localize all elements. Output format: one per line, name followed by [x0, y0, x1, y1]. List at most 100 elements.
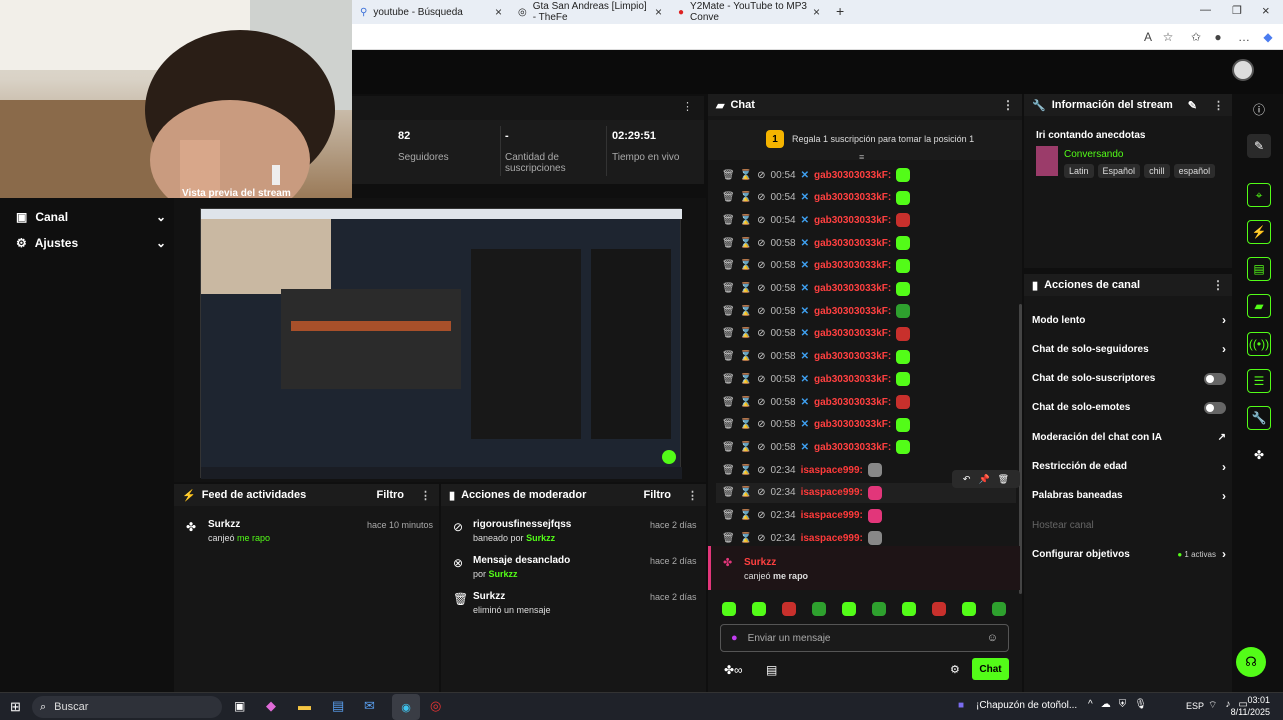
ban-icon[interactable]: ⊘ — [757, 374, 765, 385]
stream-category[interactable]: Conversando — [1064, 149, 1123, 160]
timeout-icon[interactable]: ⌛ — [740, 328, 752, 339]
trash-icon[interactable]: 🗑 — [722, 465, 735, 476]
timeout-icon[interactable]: ⌛ — [740, 192, 752, 203]
avatar[interactable] — [1232, 59, 1254, 81]
clock-date[interactable]: 8/11/2025 — [1206, 707, 1270, 717]
emote-button[interactable] — [782, 602, 796, 616]
new-tab-icon[interactable]: + — [836, 3, 844, 19]
emote-button[interactable] — [752, 602, 766, 616]
bolt-icon[interactable]: ⚡ — [1247, 220, 1271, 244]
toggle-switch[interactable] — [1204, 401, 1226, 414]
pinned-goal[interactable]: 1 Regala 1 suscripción para tomar la pos… — [708, 120, 1022, 162]
trash-icon[interactable]: 🗑 — [722, 238, 735, 249]
emote-button[interactable] — [902, 602, 916, 616]
browser-tab[interactable]: ● Y2Mate - YouTube to MP3 Conve × — [670, 0, 828, 24]
favorite-star-icon[interactable]: ☆ — [1160, 29, 1176, 45]
support-icon[interactable]: ☊ — [1236, 647, 1266, 677]
chat-message[interactable]: 🗑 ⌛ ⊘ 00:54 ✕ gab30303033kF: — [722, 188, 911, 208]
chat-message[interactable]: 🗑 ⌛ ⊘ 00:58 ✕ gab30303033kF: — [722, 415, 911, 435]
timeout-icon[interactable]: ⌛ — [740, 215, 752, 226]
favorites-icon[interactable]: ✩ — [1188, 29, 1204, 45]
chevron-up-icon[interactable]: ^ — [1088, 699, 1093, 710]
chat-message[interactable]: 🗑 ⌛ ⊘ 00:58 ✕ gab30303033kF: — [722, 347, 911, 367]
taskbar-search[interactable]: ⌕ Buscar — [32, 696, 222, 718]
trash-icon[interactable]: 🗑 — [722, 487, 735, 498]
message-user[interactable]: gab30303033kF: — [814, 397, 891, 408]
trash-icon[interactable]: 🗑 — [722, 374, 735, 385]
chat-message[interactable]: 🗑 ⌛ ⊘ 00:54 ✕ gab30303033kF: — [722, 165, 911, 185]
ban-icon[interactable]: ⊘ — [757, 419, 765, 430]
close-icon[interactable]: × — [655, 5, 662, 19]
timeout-icon[interactable]: ⌛ — [740, 283, 752, 294]
maximize-icon[interactable]: ❐ — [1232, 4, 1242, 17]
windows-start-icon[interactable]: ⊞ — [10, 699, 21, 715]
mic-icon[interactable]: ● — [731, 632, 738, 644]
chat-message[interactable]: 🗑 ⌛ ⊘ 00:58 ✕ gab30303033kF: — [722, 324, 911, 344]
message-user[interactable]: gab30303033kF: — [814, 260, 891, 271]
news-widget[interactable]: ¡Chapuzón de otoñol... — [976, 700, 1077, 711]
timeout-icon[interactable]: ⌛ — [740, 442, 752, 453]
more-options-icon[interactable]: ⋮ — [420, 489, 431, 502]
info-icon[interactable]: ⓘ — [1247, 97, 1271, 121]
chat-message[interactable]: 🗑 ⌛ ⊘ 00:54 ✕ gab30303033kF: — [722, 210, 911, 230]
message-user[interactable]: gab30303033kF: — [814, 283, 891, 294]
timeout-icon[interactable]: ⌛ — [740, 351, 752, 362]
trash-icon[interactable]: 🗑 — [722, 192, 735, 203]
chat-input[interactable]: ● Enviar un mensaje ☺ — [720, 624, 1009, 652]
more-options-icon[interactable]: ⋮ — [682, 100, 693, 113]
message-user[interactable]: isaspace999: — [801, 533, 863, 544]
more-icon[interactable]: … — [1236, 29, 1252, 45]
clock-time[interactable]: 03:01 — [1216, 695, 1270, 705]
emote-button[interactable] — [842, 602, 856, 616]
close-icon[interactable]: × — [813, 5, 820, 19]
security-icon[interactable]: ⛨ — [1119, 699, 1127, 710]
more-options-icon[interactable]: ⋮ — [1212, 278, 1224, 292]
gear-icon[interactable]: ⚙ — [950, 663, 960, 676]
ban-icon[interactable]: ⊘ — [757, 238, 765, 249]
trash-icon[interactable]: 🗑 — [722, 306, 735, 317]
browser-tab[interactable]: ⚲ youtube - Búsqueda × — [352, 0, 510, 24]
trash-icon[interactable]: 🗑 — [722, 351, 735, 362]
timeout-icon[interactable]: ⌛ — [740, 465, 752, 476]
filter-button[interactable]: Filtro — [377, 489, 405, 501]
emote-button[interactable] — [812, 602, 826, 616]
chat-message[interactable]: 🗑 ⌛ ⊘ 00:58 ✕ gab30303033kF: — [722, 301, 911, 321]
message-user[interactable]: gab30303033kF: — [814, 419, 891, 430]
message-user[interactable]: gab30303033kF: — [814, 215, 891, 226]
message-user[interactable]: gab30303033kF: — [814, 442, 891, 453]
more-options-icon[interactable]: ⋮ — [1213, 99, 1224, 112]
activity-user[interactable]: Surkzz — [208, 519, 240, 530]
message-user[interactable]: gab30303033kF: — [814, 306, 891, 317]
ban-icon[interactable]: ⊘ — [757, 170, 765, 181]
chat-message[interactable]: 🗑 ⌛ ⊘ 02:34 isaspace999: — [722, 506, 882, 526]
message-user[interactable]: isaspace999: — [801, 465, 863, 476]
tag-badge[interactable]: Latin — [1064, 164, 1094, 178]
profile-icon[interactable]: ● — [1210, 29, 1226, 45]
chat-icon[interactable]: ▰ — [1247, 294, 1271, 318]
copilot-icon[interactable]: ◆ — [1260, 29, 1276, 45]
trash-icon[interactable]: 🗑 — [722, 533, 735, 544]
tag-badge[interactable]: chill — [1144, 164, 1170, 178]
send-chat-button[interactable]: Chat — [972, 658, 1009, 680]
ban-icon[interactable]: ⊘ — [757, 510, 765, 521]
document-icon[interactable]: ▤ — [1247, 257, 1271, 281]
ban-icon[interactable]: ⊘ — [757, 283, 765, 294]
more-options-icon[interactable]: ⋮ — [1002, 98, 1014, 112]
copilot-icon[interactable]: ◆ — [266, 698, 276, 714]
tag-badge[interactable]: Español — [1097, 164, 1141, 178]
message-user[interactable]: gab30303033kF: — [814, 192, 891, 203]
channel-action-item[interactable]: Palabras baneadas › — [1032, 488, 1226, 504]
browser-tab[interactable]: ◎ Gta San Andreas [Limpio] - TheFe × — [510, 0, 670, 24]
layout-icon[interactable]: ☰ — [1247, 369, 1271, 393]
chat-message[interactable]: 🗑 ⌛ ⊘ 00:58 ✕ gab30303033kF: — [722, 437, 911, 457]
ban-icon[interactable]: ⊘ — [757, 351, 765, 362]
redeem-icon[interactable]: ✤∞ — [724, 663, 743, 677]
scroll-down-icon[interactable]: ≡ — [859, 152, 864, 162]
ban-icon[interactable]: ⊘ — [757, 487, 765, 498]
sidebar-item-canal[interactable]: ▣ Canal ⌄ — [16, 210, 166, 224]
stream-preview-video[interactable] — [200, 208, 682, 479]
chat-message[interactable]: 🗑 ⌛ ⊘ 00:58 ✕ gab30303033kF: — [722, 279, 911, 299]
timeout-icon[interactable]: ⌛ — [740, 487, 752, 498]
message-user[interactable]: gab30303033kF: — [814, 351, 891, 362]
channel-action-item[interactable]: Chat de solo-seguidores › — [1032, 341, 1226, 357]
